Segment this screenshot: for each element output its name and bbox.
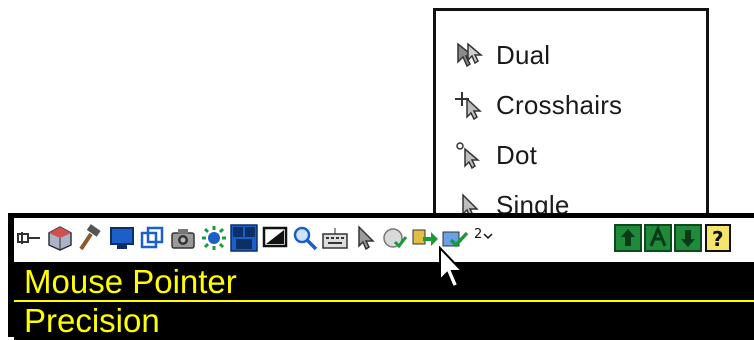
help-icon[interactable]: ? (704, 224, 732, 252)
text-icon[interactable] (644, 224, 672, 252)
dual-pointer-icon (454, 40, 488, 70)
mouse-cursor-icon (436, 245, 465, 290)
magnifier-icon[interactable] (291, 224, 319, 252)
svg-text:?: ? (712, 227, 724, 251)
cube-icon[interactable] (46, 224, 74, 252)
ctrl-alt-del-icon[interactable] (230, 224, 258, 252)
menu-item-dual[interactable]: Dual (454, 35, 550, 75)
keyboard-icon[interactable] (321, 224, 349, 252)
settings-icon[interactable] (200, 224, 228, 252)
precision-label: Precision (14, 302, 754, 340)
transfer-icon[interactable] (411, 224, 439, 252)
hammer-icon[interactable] (76, 224, 104, 252)
upload-icon[interactable] (614, 224, 642, 252)
menu-item-label: Crosshairs (496, 89, 623, 120)
refresh-icon[interactable] (381, 224, 409, 252)
download-icon[interactable] (674, 224, 702, 252)
windows-icon[interactable] (138, 224, 166, 252)
menu-item-crosshairs[interactable]: Crosshairs (454, 85, 622, 125)
menu-item-label: Dot (496, 139, 538, 170)
menu-item-label: Dual (496, 39, 551, 70)
screen-icon[interactable] (261, 224, 289, 252)
svg-text:2: 2 (474, 227, 482, 242)
dot-pointer-icon (454, 140, 488, 170)
pin-icon[interactable] (16, 224, 44, 252)
pointer-icon[interactable] (351, 224, 379, 252)
menu-item-dot[interactable]: Dot (454, 135, 537, 175)
monitor-icon[interactable] (108, 224, 136, 252)
pointer-mode-menu: Dual Crosshairs Dot Single (433, 8, 709, 236)
crosshairs-pointer-icon (454, 90, 488, 121)
camera-icon[interactable] (169, 224, 197, 252)
mouse-pointer-label: Mouse Pointer (14, 263, 754, 301)
toolbar: 2 ? (14, 218, 754, 262)
number-icon[interactable]: 2 (470, 224, 498, 252)
